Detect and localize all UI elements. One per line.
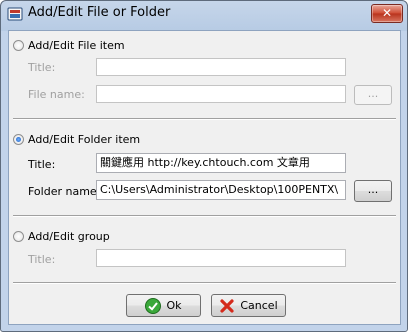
folder-name-label: Folder name:	[28, 185, 101, 198]
file-title-input[interactable]	[96, 58, 346, 76]
ok-button[interactable]: Ok	[126, 294, 201, 317]
file-name-input[interactable]	[96, 85, 346, 103]
group-option[interactable]: Add/Edit group	[13, 230, 110, 243]
separator	[13, 118, 396, 120]
file-browse-button[interactable]: ...	[354, 85, 392, 105]
red-x-icon	[220, 298, 234, 313]
folder-item-option-label: Add/Edit Folder item	[28, 133, 141, 146]
separator	[13, 282, 396, 284]
folder-item-option[interactable]: Add/Edit Folder item	[13, 133, 140, 146]
folder-name-input[interactable]: C:\Users\Administrator\Desktop\100PENTX\	[96, 180, 346, 200]
group-title-input[interactable]	[96, 249, 346, 267]
file-item-option[interactable]: Add/Edit File item	[13, 39, 125, 52]
cancel-button[interactable]: Cancel	[211, 294, 286, 317]
close-button[interactable]: ✕	[371, 4, 403, 23]
cancel-button-label: Cancel	[240, 299, 278, 312]
group-option-label: Add/Edit group	[28, 230, 110, 243]
folder-title-label: Title:	[28, 158, 56, 171]
file-item-option-label: Add/Edit File item	[28, 39, 125, 52]
separator	[13, 215, 396, 217]
dialog-window: Add/Edit File or Folder ✕ Add/Edit File …	[0, 0, 408, 332]
group-title-label: Title:	[28, 253, 56, 266]
folder-item-radio[interactable]	[13, 134, 24, 145]
file-title-label: Title:	[28, 61, 56, 74]
dialog-body: Add/Edit File item Title: File name: ...…	[8, 30, 401, 325]
folder-title-input[interactable]: 關鍵應用 http://key.chtouch.com 文章用	[96, 153, 346, 173]
group-radio[interactable]	[13, 231, 24, 242]
file-name-label: File name:	[28, 88, 85, 101]
file-item-radio[interactable]	[13, 40, 24, 51]
close-icon: ✕	[381, 6, 393, 20]
app-icon	[7, 7, 23, 21]
title-bar[interactable]: Add/Edit File or Folder ✕	[1, 1, 407, 29]
green-check-icon	[145, 297, 162, 314]
window-title: Add/Edit File or Folder	[28, 5, 171, 20]
ok-button-label: Ok	[166, 299, 182, 312]
folder-browse-button[interactable]: ...	[354, 180, 392, 202]
